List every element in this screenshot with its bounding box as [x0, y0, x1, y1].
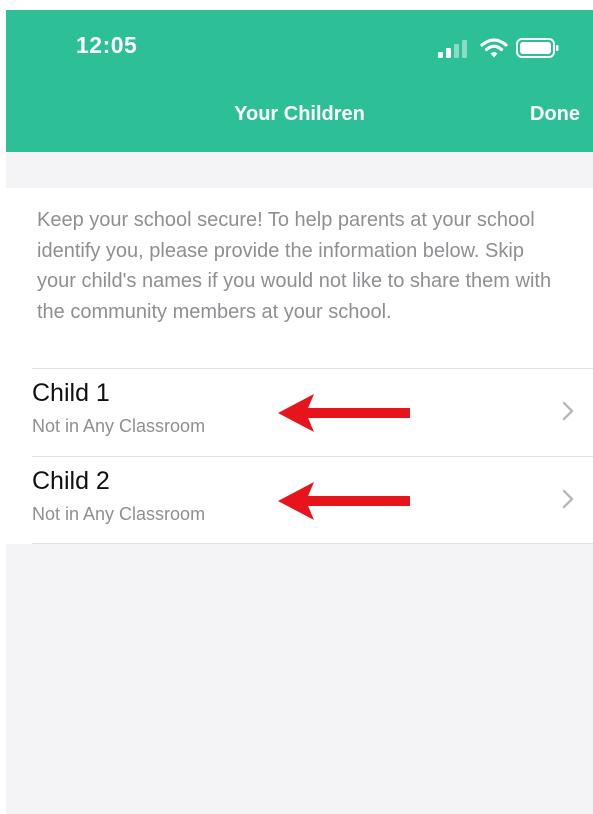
info-text: Keep your school secure! To help parents… — [37, 209, 552, 323]
list-bottom-separator — [32, 543, 593, 544]
child-name: Child 1 — [32, 379, 110, 407]
battery-icon — [516, 38, 559, 58]
chevron-right-icon — [562, 489, 574, 509]
child-row-1[interactable]: Child 1 Not in Any Classroom — [6, 368, 593, 456]
status-time: 12:05 — [76, 32, 138, 58]
child-name: Child 2 — [32, 467, 110, 495]
signal-icon — [438, 40, 467, 58]
wifi-icon — [480, 38, 508, 58]
row-separator — [32, 456, 593, 457]
info-panel: Keep your school secure! To help parents… — [6, 188, 593, 368]
child-row-2[interactable]: Child 2 Not in Any Classroom — [6, 456, 593, 544]
row-separator — [32, 368, 593, 369]
red-arrow-icon — [278, 394, 410, 432]
red-arrow-icon — [278, 482, 410, 520]
chevron-right-icon — [562, 401, 574, 421]
done-button[interactable]: Done — [530, 103, 580, 126]
child-classroom: Not in Any Classroom — [32, 416, 206, 436]
app-screen: 12:05 Your Children Done Keep your schoo… — [6, 10, 593, 814]
children-list: Child 1 Not in Any Classroom Child 2 Not… — [6, 368, 593, 544]
child-classroom: Not in Any Classroom — [32, 504, 206, 524]
page-title: Your Children — [234, 103, 365, 125]
status-icons — [434, 37, 564, 59]
top-bar: 12:05 Your Children Done — [6, 10, 593, 152]
